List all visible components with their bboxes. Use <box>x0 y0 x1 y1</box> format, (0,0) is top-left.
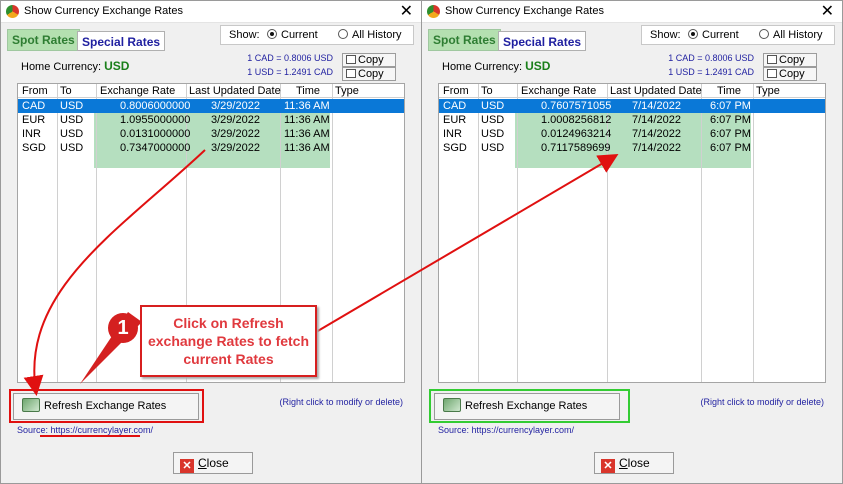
annotation-arrows <box>23 149 619 437</box>
instruction-callout: Click on Refresh exchange Rates to fetch… <box>140 305 317 377</box>
step-badge: 1 <box>108 313 138 343</box>
callout-text: Click on Refresh exchange Rates to fetch… <box>147 315 310 367</box>
